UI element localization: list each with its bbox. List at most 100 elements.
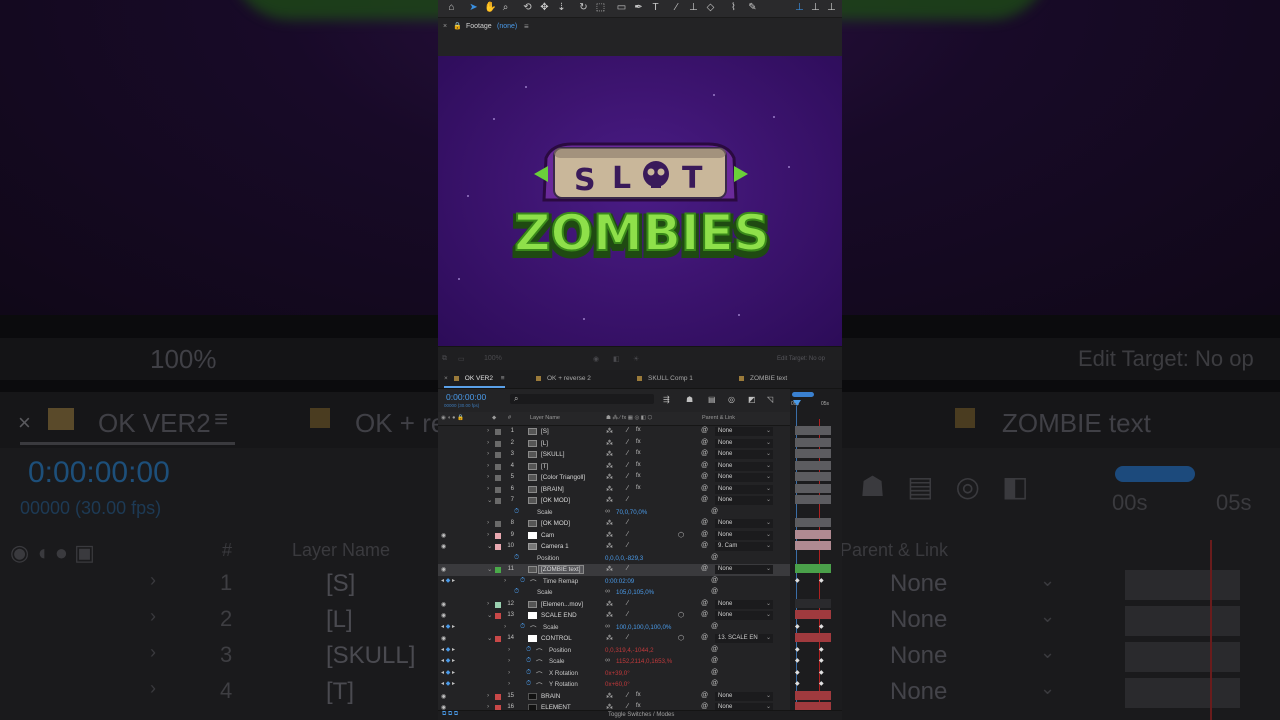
shy-switch-icon[interactable]: ⁂ <box>606 600 613 608</box>
rotate-tool-icon[interactable]: ↻ <box>578 2 589 14</box>
twirl-closed-icon[interactable]: › <box>487 427 489 434</box>
property-row[interactable]: ◂ ◆ ▸ › ⏱ ⌒ Scale ∞ 1152,2114,0,1653,% @ <box>438 656 842 668</box>
twirl-closed-icon[interactable]: › <box>504 623 506 630</box>
property-value[interactable]: 100,0,100,0,100,0% <box>616 624 671 631</box>
layer-row[interactable]: ◉ › 9 Cam ⁂ ∕ ⬡ @ None ⌄ <box>438 530 842 542</box>
twirl-closed-icon[interactable]: › <box>487 600 489 607</box>
layer-row[interactable]: ◉ › 12 [Elemen...mov] ⁂ ∕ @ None ⌄ <box>438 599 842 611</box>
quality-switch-icon[interactable]: ∕ <box>627 519 628 526</box>
parent-dropdown[interactable]: None ⌄ <box>715 450 773 459</box>
quality-switch-icon[interactable]: ∕ <box>627 611 628 618</box>
twirl-closed-icon[interactable]: › <box>508 669 510 676</box>
visibility-eye-icon[interactable]: ◉ <box>441 635 446 642</box>
property-value[interactable]: 0,0,0,0,-829,3 <box>605 555 643 562</box>
stopwatch-icon[interactable]: ⏱ <box>514 508 519 516</box>
layer-duration-bar[interactable] <box>795 449 831 458</box>
twirl-closed-icon[interactable]: › <box>487 519 489 526</box>
3d-layer-icon[interactable]: ⬡ <box>678 611 684 619</box>
constrain-proportions-icon[interactable]: ∞ <box>605 657 610 664</box>
anchor-tool-icon[interactable]: ⬚ <box>595 2 606 14</box>
quality-switch-icon[interactable]: ∕ <box>627 703 628 710</box>
parent-dropdown[interactable]: None ⌄ <box>715 611 773 620</box>
keyframe-navigator[interactable]: ◂ ◆ ▸ <box>441 577 455 584</box>
keyframe-icon[interactable]: ◆ <box>446 658 451 664</box>
3d-layer-icon[interactable]: ⬡ <box>678 634 684 642</box>
pick-whip-icon[interactable]: @ <box>711 657 718 664</box>
label-color-swatch[interactable] <box>495 636 501 642</box>
local-axis-icon[interactable]: ⊥ <box>794 2 805 14</box>
keyframe-marker[interactable]: ◆ <box>819 657 824 664</box>
layer-duration-bar[interactable] <box>795 610 831 619</box>
layer-name[interactable]: [OK MOD] <box>541 497 570 504</box>
keyframe-marker[interactable]: ◆ <box>795 646 800 653</box>
layer-row[interactable]: ◉ ⌄ 10 Camera 1 ⁂ ∕ @9. Cam ⌄ <box>438 541 842 553</box>
layer-name[interactable]: [Color Triangoll] <box>541 474 585 481</box>
effects-switch-icon[interactable]: fx <box>636 439 641 445</box>
constrain-proportions-icon[interactable]: ∞ <box>605 588 610 595</box>
layer-name[interactable]: [SKULL] <box>541 451 564 458</box>
quality-switch-icon[interactable]: ∕ <box>627 692 628 699</box>
graph-icon[interactable]: ⌒ <box>536 680 543 690</box>
twirl-closed-icon[interactable]: › <box>504 577 506 584</box>
shy-switch-icon[interactable]: ⁂ <box>606 462 613 470</box>
twirl-open-icon[interactable]: ⌄ <box>487 496 492 504</box>
twirl-closed-icon[interactable]: › <box>508 646 510 653</box>
twirl-closed-icon[interactable]: › <box>508 680 510 687</box>
keyframe-marker[interactable]: ◆ <box>795 669 800 676</box>
pick-whip-icon[interactable]: @ <box>711 554 718 561</box>
pick-whip-icon[interactable]: @ <box>701 485 708 492</box>
frame-blending-icon[interactable]: ▤ <box>708 395 716 404</box>
motion-blur-icon[interactable]: ◎ <box>728 395 735 404</box>
stopwatch-icon[interactable]: ⏱ <box>514 588 519 596</box>
layer-duration-bar[interactable] <box>795 564 831 573</box>
pick-whip-icon[interactable]: @ <box>711 577 718 584</box>
label-color-swatch[interactable] <box>495 475 501 481</box>
keyframe-icon[interactable]: ◆ <box>446 647 451 653</box>
property-value[interactable]: 0,0,319,4,-1044,2 <box>605 647 654 654</box>
hand-tool-icon[interactable]: ✋ <box>484 2 496 14</box>
label-color-swatch[interactable] <box>495 440 501 447</box>
quality-switch-icon[interactable]: ∕ <box>627 485 628 492</box>
pick-whip-icon[interactable]: @ <box>701 473 708 480</box>
twirl-closed-icon[interactable]: › <box>487 439 489 446</box>
keyframe-navigator[interactable]: ◂ ◆ ▸ <box>441 657 455 664</box>
twirl-closed-icon[interactable]: › <box>508 657 510 664</box>
keyframe-marker[interactable]: ◆ <box>819 646 824 653</box>
keyframe-icon[interactable]: ◆ <box>446 670 451 676</box>
show-channel-icon[interactable]: ◧ <box>613 355 620 363</box>
twirl-open-icon[interactable]: ⌄ <box>487 634 492 642</box>
roto-brush-icon[interactable]: ⌇ <box>728 2 739 14</box>
label-color-swatch[interactable] <box>495 544 501 550</box>
quality-switch-icon[interactable]: ∕ <box>627 439 628 446</box>
shy-switch-icon[interactable]: ⁂ <box>606 531 613 539</box>
stopwatch-icon[interactable]: ⏱ <box>526 657 531 665</box>
shy-switch-icon[interactable]: ⁂ <box>606 450 613 458</box>
shy-switch-icon[interactable]: ⁂ <box>606 439 613 447</box>
visibility-eye-icon[interactable]: ◉ <box>441 693 446 700</box>
lock-icon[interactable]: 🔒 <box>453 22 462 30</box>
layer-name[interactable]: [BRAIN] <box>541 486 564 493</box>
parent-dropdown[interactable]: None ⌄ <box>715 461 773 471</box>
pick-whip-icon[interactable]: @ <box>701 703 708 710</box>
layer-duration-bar[interactable] <box>795 633 831 642</box>
property-value[interactable]: 0x+60,0° <box>605 681 630 688</box>
pan-camera-icon[interactable]: ✥ <box>539 2 550 14</box>
stopwatch-icon[interactable]: ⏱ <box>514 554 519 562</box>
pick-whip-icon[interactable]: @ <box>701 611 708 618</box>
visibility-eye-icon[interactable]: ◉ <box>441 543 446 550</box>
effects-switch-icon[interactable]: fx <box>636 485 641 491</box>
pick-whip-icon[interactable]: @ <box>701 519 708 526</box>
render-time-icons[interactable]: ⧉ ⧉ ⧉ <box>442 711 458 718</box>
layer-name[interactable]: [L] <box>541 440 548 447</box>
quality-switch-icon[interactable]: ∕ <box>627 450 628 457</box>
pick-whip-icon[interactable]: @ <box>701 600 708 607</box>
shy-switch-icon[interactable]: ⁂ <box>606 519 613 527</box>
stopwatch-icon[interactable]: ⏱ <box>526 669 531 677</box>
property-row[interactable]: ◂ ◆ ▸ › ⏱ ⌒ Y Rotation 0x+60,0° @ <box>438 679 842 691</box>
exposure-icon[interactable]: ☀ <box>633 355 639 363</box>
layer-name[interactable]: [OK MOD] <box>541 520 570 527</box>
effects-switch-icon[interactable]: fx <box>636 473 641 479</box>
parent-dropdown[interactable]: None ⌄ <box>715 484 773 494</box>
label-color-swatch[interactable] <box>495 521 501 527</box>
shy-switch-icon[interactable]: ⁂ <box>606 542 613 550</box>
